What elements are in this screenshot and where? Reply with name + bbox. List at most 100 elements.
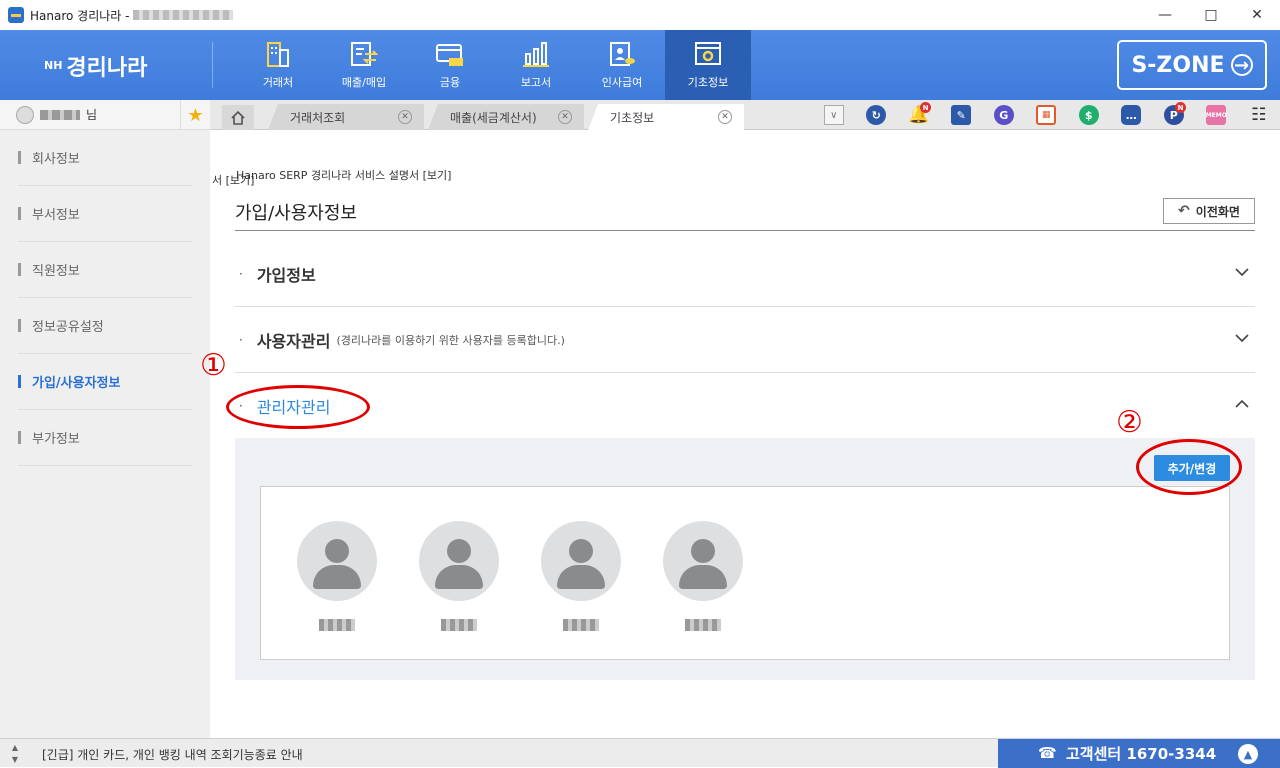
g-icon: G <box>994 105 1014 125</box>
sidebar-item-department-info[interactable]: 부서정보 <box>18 186 192 242</box>
tab-list-dropdown[interactable]: ∨ <box>813 100 856 130</box>
avatar-icon <box>663 521 743 601</box>
app-grid-button[interactable]: ☷ <box>1238 100 1280 130</box>
close-tab-icon[interactable]: ✕ <box>718 110 732 124</box>
person-coin-icon <box>607 40 637 68</box>
admin-card[interactable] <box>541 521 621 635</box>
avatar-icon <box>419 521 499 601</box>
annotation-ellipse-1 <box>226 385 370 429</box>
back-arrow-icon: ↶ <box>1178 203 1190 219</box>
annotation-marker-2: ② <box>1116 405 1143 440</box>
admin-card[interactable] <box>663 521 743 635</box>
home-icon <box>230 110 246 126</box>
service-manual-link[interactable]: Hanaro SERP 경리나라 서비스 설명서 [보기] <box>236 167 451 183</box>
edit-icon: ✎ <box>951 105 971 125</box>
nav-divider <box>212 42 213 88</box>
enter-arrow-icon: → <box>1231 54 1253 76</box>
exchange-icon <box>349 40 379 68</box>
gear-window-icon <box>693 40 723 68</box>
scroll-down-icon[interactable]: ▼ <box>12 754 18 766</box>
section-admin-management[interactable]: · 관리자관리 <box>235 373 1255 439</box>
window-title: Hanaro 경리나라 - <box>30 7 129 24</box>
chat-icon: … <box>1121 105 1141 125</box>
memo-edit-button[interactable]: ✎ <box>940 100 983 130</box>
chevron-down-icon <box>1235 265 1249 279</box>
tab-bar: 거래처조회 ✕ 매출(세금계산서) ✕ 기초정보 ✕ ∨ ↻ 🔔N ✎ G ▦ … <box>210 100 1280 130</box>
sidebar-item-info-sharing[interactable]: 정보공유설정 <box>18 298 192 354</box>
section-signup-info[interactable]: · 가입정보 <box>235 241 1255 307</box>
sidebar-item-company-info[interactable]: 회사정보 <box>18 130 192 186</box>
chevron-up-icon <box>1235 397 1249 411</box>
grid-icon: ☷ <box>1251 105 1266 125</box>
nav-item-reports[interactable]: 보고서 <box>493 30 579 100</box>
avatar-icon <box>297 521 377 601</box>
home-tab[interactable] <box>222 105 254 130</box>
calendar-icon: ▦ <box>1036 105 1056 125</box>
phone-icon: ☎ <box>1038 744 1057 762</box>
admin-panel: 추가/변경 <box>235 438 1255 680</box>
admin-card[interactable] <box>297 521 377 635</box>
chevron-up-icon[interactable]: ▲ <box>1238 744 1258 764</box>
chat-button[interactable]: … <box>1110 100 1153 130</box>
close-tab-icon[interactable]: ✕ <box>558 110 572 124</box>
sidebar-item-employee-info[interactable]: 직원정보 <box>18 242 192 298</box>
szone-button[interactable]: S-ZONE → <box>1117 40 1267 90</box>
blurred-admin-name <box>685 619 721 631</box>
customer-center[interactable]: ☎ 고객센터 1670-3344 ▲ <box>998 739 1280 768</box>
building-icon <box>263 40 293 68</box>
blurred-company-name <box>133 10 233 20</box>
nav-item-sales-purchase[interactable]: 매출/매입 <box>321 30 407 100</box>
blurred-user-name <box>40 110 80 120</box>
sidebar-item-signup-user-info[interactable]: 가입/사용자정보 <box>18 354 192 410</box>
brand-logo[interactable]: NH 경리나라 <box>44 50 147 82</box>
close-button[interactable]: ✕ <box>1234 0 1280 30</box>
status-bar: ▲ ▼ [긴급] 개인 카드, 개인 뱅킹 내역 조회기능종료 안내 ☎ 고객센… <box>0 738 1280 767</box>
card-icon <box>435 40 465 68</box>
point-button[interactable]: PN <box>1153 100 1196 130</box>
tab-client-lookup[interactable]: 거래처조회 ✕ <box>268 104 424 130</box>
page-title: 가입/사용자정보 <box>235 199 357 225</box>
refresh-button[interactable]: ↻ <box>855 100 898 130</box>
user-info: 님 ★ <box>0 100 210 130</box>
top-navigation: NH 경리나라 거래처 매출/매입 금융 보고서 <box>0 30 1280 100</box>
payment-button[interactable]: $ <box>1068 100 1111 130</box>
bar-chart-icon <box>521 40 551 68</box>
nav-item-basic-info[interactable]: 기초정보 <box>665 30 751 100</box>
refresh-icon: ↻ <box>866 105 886 125</box>
memo-icon: MEMO <box>1206 105 1226 125</box>
notification-button[interactable]: 🔔N <box>898 100 941 130</box>
annotation-ellipse-2 <box>1136 439 1242 495</box>
admin-card[interactable] <box>419 521 499 635</box>
nav-item-hr-payroll[interactable]: 인사급여 <box>579 30 665 100</box>
minimize-button[interactable]: — <box>1142 0 1188 30</box>
chevron-down-icon <box>1235 331 1249 345</box>
tab-sales-tax-invoice[interactable]: 매출(세금계산서) ✕ <box>428 104 584 130</box>
app-logo-icon <box>8 7 24 23</box>
scroll-up-icon[interactable]: ▲ <box>12 742 18 754</box>
main-content: 서 [보기] Hanaro SERP 경리나라 서비스 설명서 [보기] 가입/… <box>210 131 1280 738</box>
nav-item-clients[interactable]: 거래처 <box>235 30 321 100</box>
urgent-notice[interactable]: [긴급] 개인 카드, 개인 뱅킹 내역 조회기능종료 안내 <box>42 746 303 763</box>
nav-item-finance[interactable]: 금융 <box>407 30 493 100</box>
sidebar-item-additional-info[interactable]: 부가정보 <box>18 410 192 466</box>
avatar-icon <box>541 521 621 601</box>
nh-memo-button[interactable]: MEMO <box>1195 100 1238 130</box>
blurred-admin-name <box>319 619 355 631</box>
close-tab-icon[interactable]: ✕ <box>398 110 412 124</box>
back-button[interactable]: ↶ 이전화면 <box>1163 198 1255 224</box>
annotation-marker-1: ① <box>200 348 227 383</box>
notice-scroller[interactable]: ▲ ▼ <box>0 739 30 768</box>
favorite-star-icon[interactable]: ★ <box>180 100 210 130</box>
blurred-admin-name <box>563 619 599 631</box>
section-user-management[interactable]: · 사용자관리 (경리나라를 이용하기 위한 사용자를 등록합니다.) <box>235 307 1255 373</box>
blurred-admin-name <box>441 619 477 631</box>
title-divider <box>235 230 1255 231</box>
calendar-button[interactable]: ▦ <box>1025 100 1068 130</box>
dollar-icon: $ <box>1079 105 1099 125</box>
tab-basic-info[interactable]: 기초정보 ✕ <box>588 104 744 131</box>
maximize-button[interactable]: □ <box>1188 0 1234 30</box>
g-service-button[interactable]: G <box>983 100 1026 130</box>
sidebar: 님 ★ 회사정보 부서정보 직원정보 정보공유설정 가입/사용자정보 부가정보 <box>0 100 210 738</box>
admin-list <box>260 486 1230 660</box>
dropdown-icon: ∨ <box>824 105 844 125</box>
